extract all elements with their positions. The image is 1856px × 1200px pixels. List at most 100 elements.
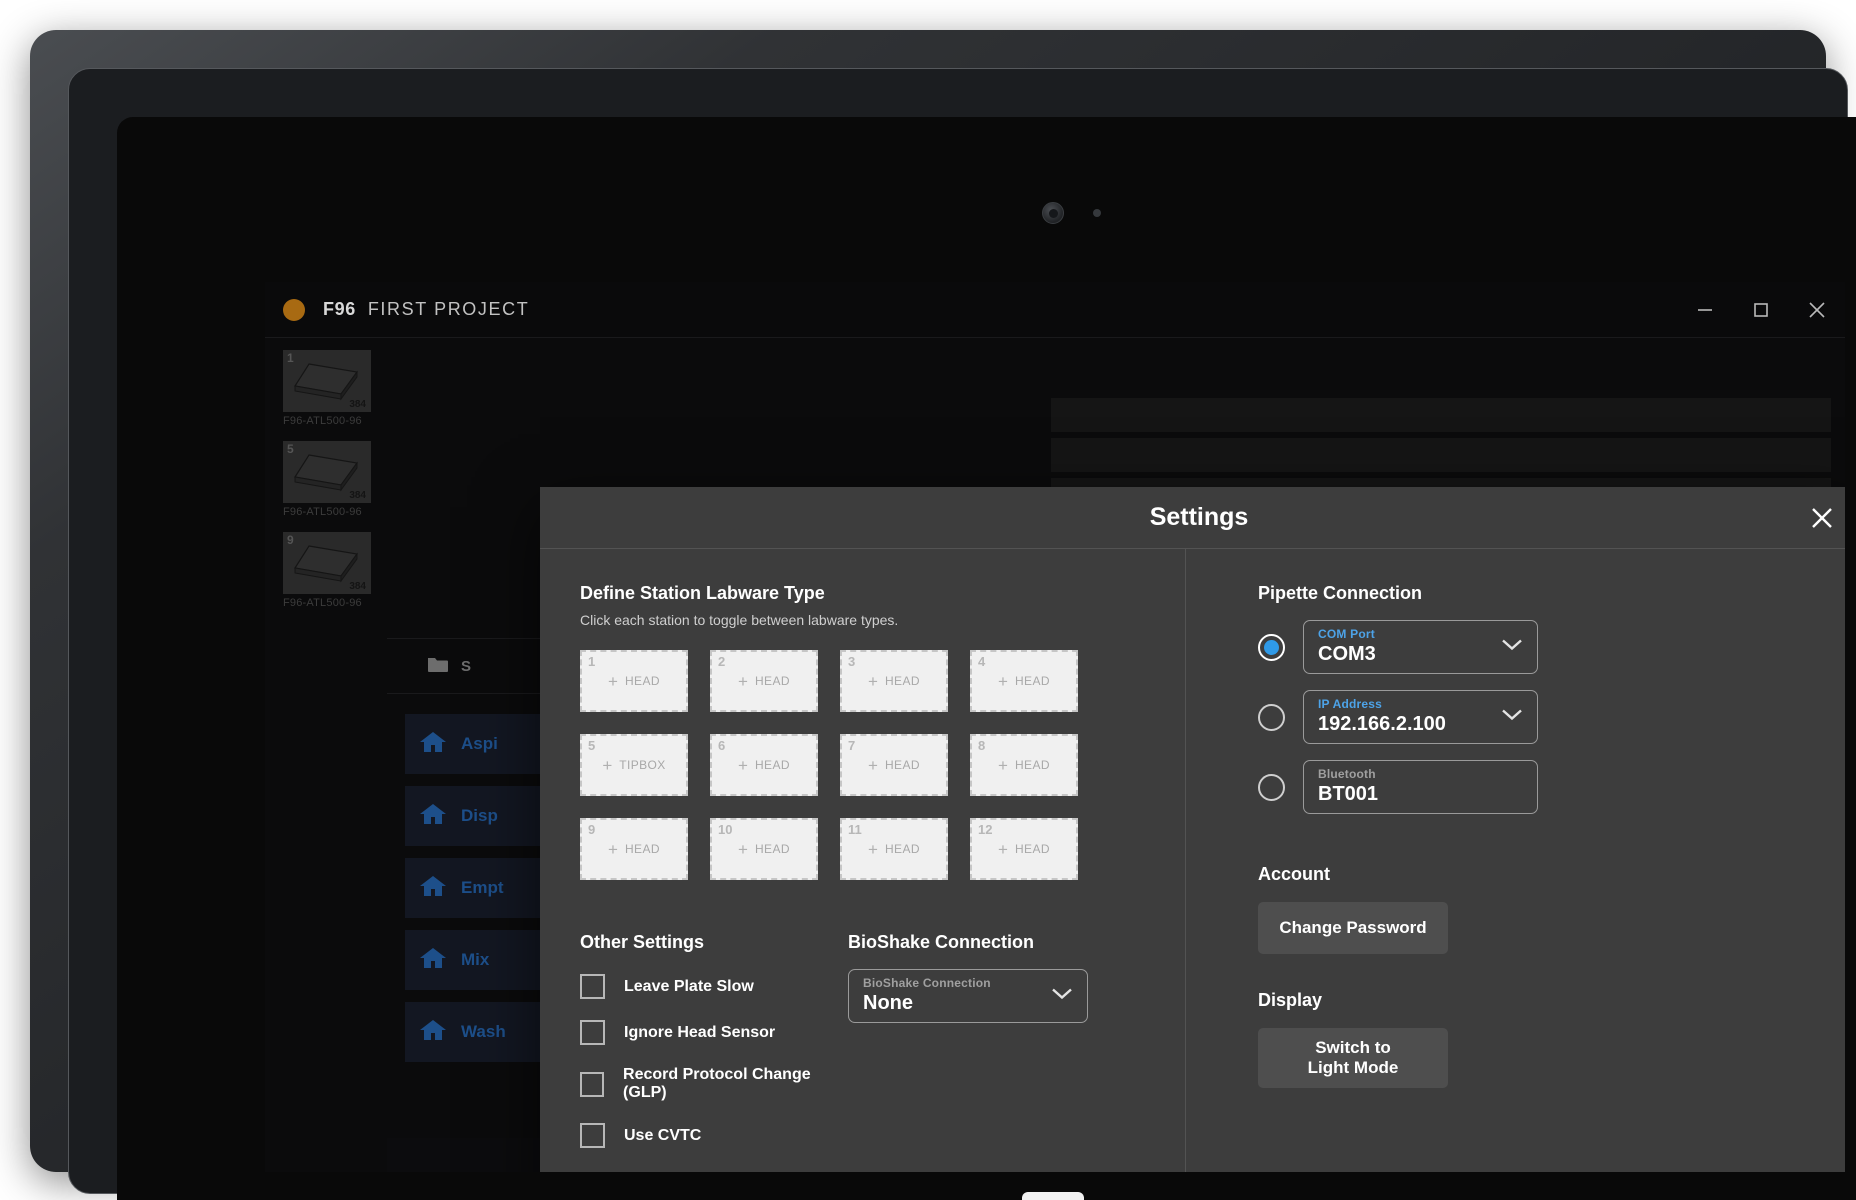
checkbox-use-cvtc[interactable]: Use CVTC [580,1123,848,1148]
switch-to-light-mode-button[interactable]: Switch to Light Mode [1258,1028,1448,1088]
station-type: HEAD [884,842,920,856]
field-label: BioShake Connection [863,976,991,990]
chevron-down-icon[interactable] [1501,638,1523,657]
dialog-header: Settings [540,487,1845,549]
station-number: 1 [588,654,596,669]
tablet-screen: F96 FIRST PROJECT 1 384 F96-ATL500-96 5 … [117,117,1856,1200]
station-tile[interactable]: 12 + HEAD [970,818,1078,880]
app-titlebar: F96 FIRST PROJECT [265,282,1845,338]
station-type: HEAD [1014,842,1050,856]
station-tile[interactable]: 5 + TIPBOX [580,734,688,796]
bg-panel-row [1051,438,1831,472]
radio-icon[interactable] [1258,773,1285,801]
station-tile[interactable]: 1 + HEAD [580,650,688,712]
station-type: HEAD [884,674,920,688]
chevron-down-icon[interactable] [1501,708,1523,727]
sidebar-item-label: Disp [461,806,498,825]
sensor-icon [1093,209,1101,217]
plate-sidebar: 1 384 F96-ATL500-96 5 384 F96-ATL500-96 … [265,338,387,1172]
station-number: 12 [978,822,993,837]
application-window: F96 FIRST PROJECT 1 384 F96-ATL500-96 5 … [265,282,1845,1172]
pipette-option-ip-address[interactable]: IP Address 192.166.2.100 [1258,690,1845,744]
windows-logo-icon[interactable] [1022,1192,1084,1200]
section-heading-account: Account [1258,864,1330,884]
close-icon[interactable] [1800,496,1844,540]
dialog-body: Define Station Labware Type Click each s… [540,549,1845,1172]
sidebar-item-label: Empt [461,878,504,897]
station-tile[interactable]: 7 + HEAD [840,734,948,796]
bluetooth-field[interactable]: Bluetooth BT001 [1303,760,1538,814]
ip-address-select[interactable]: IP Address 192.166.2.100 [1303,690,1538,744]
front-camera-icon [1042,202,1064,224]
list-item[interactable]: 1 384 F96-ATL500-96 [283,350,371,427]
plate-thumbnail[interactable]: 9 384 [283,532,371,594]
maximize-icon[interactable] [1733,282,1789,338]
checkbox-icon[interactable] [580,1020,605,1045]
plate-thumbnail[interactable]: 1 384 [283,350,371,412]
field-value: BT001 [1318,783,1379,805]
checkbox-icon[interactable] [580,1123,605,1148]
section-heading-bioshake: BioShake Connection [848,932,1035,952]
screenshot-root: F96 FIRST PROJECT 1 384 F96-ATL500-96 5 … [0,0,1856,1200]
settings-dialog: Settings Define Station Labware Type Cli… [540,487,1845,1172]
plus-icon: + [868,839,878,859]
field-label: IP Address [1318,697,1383,711]
change-password-button[interactable]: Change Password [1258,902,1448,954]
checkbox-icon[interactable] [580,974,605,999]
radio-icon[interactable] [1258,703,1285,731]
list-item[interactable]: 9 384 F96-ATL500-96 [283,532,371,609]
station-tile[interactable]: 4 + HEAD [970,650,1078,712]
com-port-select[interactable]: COM Port COM3 [1303,620,1538,674]
station-type: HEAD [624,842,660,856]
plus-icon: + [738,755,748,775]
field-value: 192.166.2.100 [1318,713,1446,735]
station-config-panel: Define Station Labware Type Click each s… [540,549,1186,1172]
home-icon [419,874,447,903]
app-logo-icon [283,298,305,321]
home-icon [419,946,447,975]
field-value: COM3 [1318,643,1376,665]
checkbox-label: Use CVTC [624,1126,702,1144]
station-number: 9 [588,822,596,837]
checkbox-ignore-head-sensor[interactable]: Ignore Head Sensor [580,1020,848,1045]
list-item[interactable]: 5 384 F96-ATL500-96 [283,441,371,518]
station-type: HEAD [624,674,660,688]
station-tile[interactable]: 6 + HEAD [710,734,818,796]
bioshake-connection-select[interactable]: BioShake Connection None [848,969,1088,1023]
station-tile[interactable]: 11 + HEAD [840,818,948,880]
plus-icon: + [608,671,618,691]
app-code-label: F96 [323,299,356,319]
radio-icon-selected[interactable] [1258,633,1285,661]
chevron-down-icon[interactable] [1051,987,1073,1006]
pipette-option-com-port[interactable]: COM Port COM3 [1258,620,1845,674]
radio-pip [1264,639,1279,655]
pipette-option-bluetooth[interactable]: Bluetooth BT001 [1258,760,1845,814]
save-bar-label: S [461,657,472,675]
plate-thumbnail[interactable]: 5 384 [283,441,371,503]
station-number: 6 [718,738,726,753]
station-tile[interactable]: 10 + HEAD [710,818,818,880]
station-number: 4 [978,654,986,669]
station-tile[interactable]: 3 + HEAD [840,650,948,712]
checkbox-record-protocol-change[interactable]: Record Protocol Change (GLP) [580,1066,848,1102]
station-number: 5 [588,738,596,753]
close-icon[interactable] [1789,282,1845,338]
home-icon [419,730,447,759]
field-label: COM Port [1318,627,1375,641]
plus-icon: + [868,671,878,691]
station-tile[interactable]: 2 + HEAD [710,650,818,712]
checkbox-leave-plate-slow[interactable]: Leave Plate Slow [580,974,848,999]
station-number: 2 [718,654,726,669]
well-count: 384 [349,399,366,410]
home-icon [419,1018,447,1047]
section-heading-stations: Define Station Labware Type [580,583,825,603]
well-count: 384 [349,490,366,501]
station-tile[interactable]: 8 + HEAD [970,734,1078,796]
station-number: 11 [848,822,862,837]
minimize-icon[interactable] [1677,282,1733,338]
station-tile[interactable]: 9 + HEAD [580,818,688,880]
plate-name: F96-ATL500-96 [283,506,362,518]
well-count: 384 [349,581,366,592]
checkbox-icon[interactable] [580,1071,605,1097]
station-type: HEAD [884,758,920,772]
